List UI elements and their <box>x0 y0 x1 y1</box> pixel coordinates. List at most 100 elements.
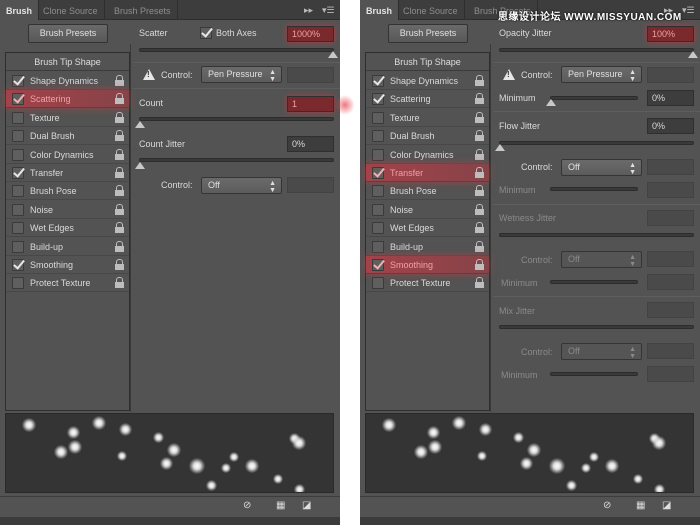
list-item-build-up[interactable]: Build-up <box>366 238 489 256</box>
flow-jitter-input[interactable]: 0% <box>647 118 694 134</box>
list-item-protect-texture[interactable]: Protect Texture <box>6 274 129 293</box>
list-item-brush-pose[interactable]: Brush Pose <box>366 182 489 201</box>
list-item-transfer[interactable]: Transfer <box>366 164 489 182</box>
control-select[interactable]: Pen Pressure ▲ ▼ <box>201 66 282 83</box>
lock-icon[interactable] <box>115 240 124 252</box>
control-select[interactable]: Pen Pressure ▲ ▼ <box>561 66 642 83</box>
list-item-shape-dynamics[interactable]: Shape Dynamics <box>6 72 129 90</box>
checkbox[interactable] <box>12 277 24 290</box>
brush-tip-shape-item[interactable]: Brush Tip Shape <box>366 53 489 71</box>
checkbox[interactable] <box>372 111 384 124</box>
control-select[interactable]: Off ▲ ▼ <box>201 177 282 194</box>
tab-clone-source[interactable]: Clone Source <box>37 0 105 20</box>
control-select[interactable]: Off ▲ ▼ <box>561 159 642 176</box>
lock-icon[interactable] <box>115 203 124 215</box>
checkbox[interactable] <box>12 111 24 124</box>
lock-icon[interactable] <box>115 130 124 142</box>
lock-icon[interactable] <box>475 111 484 123</box>
checkbox[interactable] <box>372 203 384 216</box>
minimum-slider[interactable] <box>550 96 638 100</box>
lock-icon[interactable] <box>475 222 484 234</box>
collapse-icon[interactable]: ▸▸ <box>304 5 313 16</box>
minimum-input[interactable] <box>647 274 694 290</box>
checkbox[interactable] <box>12 148 24 161</box>
list-item-build-up[interactable]: Build-up <box>6 238 129 256</box>
checkbox[interactable] <box>372 93 384 106</box>
list-item-protect-texture[interactable]: Protect Texture <box>366 274 489 293</box>
lock-icon[interactable] <box>115 111 124 123</box>
lock-icon[interactable] <box>475 130 484 142</box>
checkbox[interactable] <box>12 240 24 253</box>
brush-presets-button[interactable]: Brush Presets <box>388 24 468 43</box>
lock-icon[interactable] <box>115 93 124 105</box>
checkbox[interactable] <box>12 75 24 87</box>
count-jitter-slider[interactable] <box>139 158 334 162</box>
count-slider-thumb[interactable] <box>135 121 145 128</box>
checkbox[interactable] <box>372 240 384 253</box>
checkbox[interactable] <box>372 259 384 271</box>
list-item-noise[interactable]: Noise <box>6 201 129 219</box>
mix-jitter-input[interactable] <box>647 302 694 318</box>
new-preset-icon[interactable]: ◪ <box>662 500 671 511</box>
lock-icon[interactable] <box>115 75 124 86</box>
lock-icon[interactable] <box>475 203 484 215</box>
minimum-input[interactable] <box>647 182 694 198</box>
toggle-live-tip-icon[interactable]: ⊘ <box>243 500 251 511</box>
panel-menu-icon[interactable]: ▾☰ <box>682 5 695 16</box>
checkbox[interactable] <box>372 167 384 179</box>
flow-jitter-slider-thumb[interactable] <box>495 144 505 151</box>
lock-icon[interactable] <box>475 93 484 105</box>
list-item-transfer[interactable]: Transfer <box>6 164 129 182</box>
checkbox[interactable] <box>372 185 384 198</box>
list-item-scattering[interactable]: Scattering <box>6 90 129 109</box>
checkbox[interactable] <box>12 130 24 143</box>
control-select[interactable]: Off ▲ ▼ <box>561 343 642 360</box>
lock-icon[interactable] <box>475 167 484 178</box>
checkbox[interactable] <box>12 222 24 235</box>
tab-clone-source[interactable]: Clone Source <box>397 0 465 20</box>
list-item-smoothing[interactable]: Smoothing <box>6 256 129 274</box>
lock-icon[interactable] <box>475 185 484 197</box>
tab-brush-presets[interactable]: Brush Presets <box>108 0 178 20</box>
new-preset-icon[interactable]: ◪ <box>302 500 311 511</box>
minimum-slider[interactable] <box>550 280 638 284</box>
list-item-shape-dynamics[interactable]: Shape Dynamics <box>366 72 489 90</box>
lock-icon[interactable] <box>475 75 484 86</box>
minimum-input[interactable] <box>647 366 694 382</box>
checkbox[interactable] <box>372 75 384 87</box>
opacity-jitter-slider-thumb[interactable] <box>688 51 698 58</box>
list-item-texture[interactable]: Texture <box>6 109 129 127</box>
resize-grip[interactable] <box>0 517 340 525</box>
tab-brush[interactable]: Brush <box>0 0 40 20</box>
both-axes-checkbox[interactable] <box>200 27 212 39</box>
list-item-brush-pose[interactable]: Brush Pose <box>6 182 129 201</box>
mix-jitter-slider[interactable] <box>499 325 694 329</box>
count-jitter-input[interactable]: 0% <box>287 136 334 152</box>
minimum-slider[interactable] <box>550 187 638 191</box>
checkbox[interactable] <box>372 148 384 161</box>
count-value-input[interactable]: 1 <box>287 96 334 112</box>
lock-icon[interactable] <box>115 259 124 270</box>
opacity-jitter-input[interactable]: 100% <box>647 26 694 42</box>
list-item-texture[interactable]: Texture <box>366 109 489 127</box>
checkbox[interactable] <box>12 167 24 179</box>
minimum-slider-thumb[interactable] <box>546 99 556 106</box>
grid-icon[interactable]: ▦ <box>276 500 285 511</box>
list-item-color-dynamics[interactable]: Color Dynamics <box>6 146 129 164</box>
checkbox[interactable] <box>372 130 384 143</box>
scatter-slider-thumb[interactable] <box>328 51 338 58</box>
checkbox[interactable] <box>372 277 384 290</box>
lock-icon[interactable] <box>475 259 484 270</box>
toggle-live-tip-icon[interactable]: ⊘ <box>603 500 611 511</box>
list-item-noise[interactable]: Noise <box>366 201 489 219</box>
lock-icon[interactable] <box>115 167 124 178</box>
brush-tip-shape-item[interactable]: Brush Tip Shape <box>6 53 129 71</box>
grid-icon[interactable]: ▦ <box>636 500 645 511</box>
lock-icon[interactable] <box>115 148 124 160</box>
checkbox[interactable] <box>372 222 384 235</box>
lock-icon[interactable] <box>115 277 124 289</box>
lock-icon[interactable] <box>115 222 124 234</box>
brush-presets-button[interactable]: Brush Presets <box>28 24 108 43</box>
count-jitter-slider-thumb[interactable] <box>135 162 145 169</box>
control-select[interactable]: Off ▲ ▼ <box>561 251 642 268</box>
